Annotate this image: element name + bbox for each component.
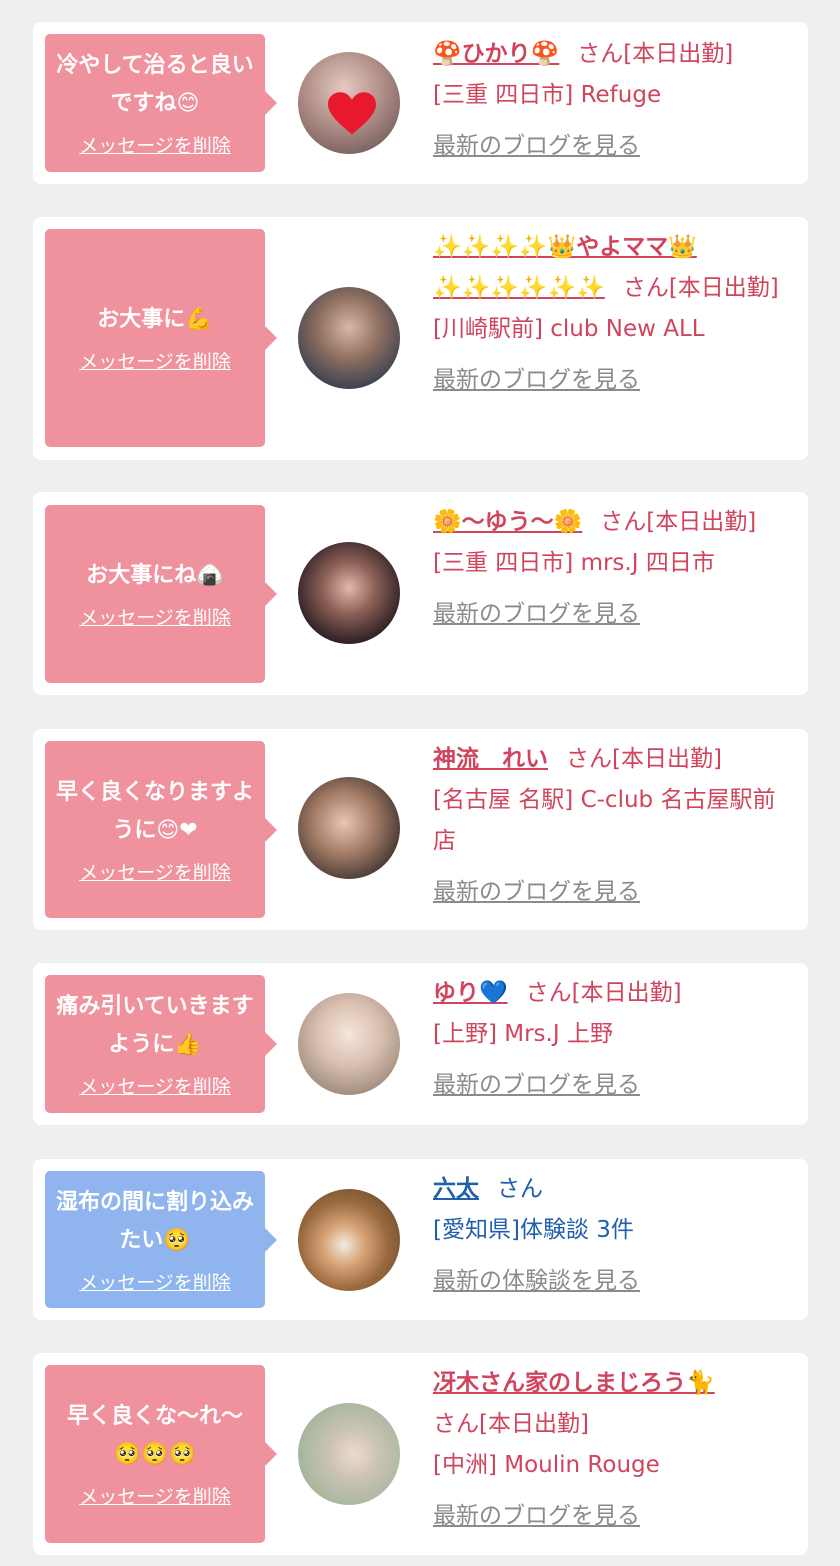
sender-name-link[interactable]: 🌼〜ゆう〜🌼 xyxy=(433,509,582,535)
latest-review-link[interactable]: 最新の体験談を見る xyxy=(433,1261,640,1302)
message-bubble: 早く良くなりますように😊❤ メッセージを削除 xyxy=(45,741,277,918)
sender-name-link[interactable]: 神流 れい xyxy=(433,746,548,772)
latest-blog-link[interactable]: 最新のブログを見る xyxy=(433,126,640,167)
sender-status: さん[本日出勤] xyxy=(622,275,779,301)
message-text: 早く良くな〜れ〜🥺🥺🥺 xyxy=(66,1404,243,1467)
message-card: お大事にね🍙 メッセージを削除 🌼〜ゆう〜🌼 さん[本日出勤] [三重 四日市] … xyxy=(33,492,808,695)
delete-message-link[interactable]: メッセージを削除 xyxy=(79,1074,231,1100)
sender-name-link[interactable]: 🍄ひかり🍄 xyxy=(433,41,559,67)
avatar[interactable] xyxy=(298,993,400,1095)
latest-blog-link[interactable]: 最新のブログを見る xyxy=(433,1496,640,1537)
message-card: 早く良くな〜れ〜🥺🥺🥺 メッセージを削除 冴木さん家のしまじろう🐈 さん[本日出… xyxy=(33,1353,808,1555)
message-text: 湿布の間に割り込みたい🥺 xyxy=(55,1189,254,1253)
sender-info: 🌼〜ゆう〜🌼 さん[本日出勤] [三重 四日市] mrs.J 四日市 最新のブログ… xyxy=(433,502,788,635)
sender-status: さん[本日出勤] xyxy=(566,746,722,772)
delete-message-link[interactable]: メッセージを削除 xyxy=(79,605,231,631)
latest-blog-link[interactable]: 最新のブログを見る xyxy=(433,872,640,913)
delete-message-link[interactable]: メッセージを削除 xyxy=(79,349,231,375)
avatar[interactable] xyxy=(298,52,400,154)
sender-status: さん xyxy=(497,1176,543,1202)
sender-status: さん[本日出勤] xyxy=(433,1411,589,1437)
message-card: 早く良くなりますように😊❤ メッセージを削除 神流 れい さん[本日出勤] [名古… xyxy=(33,729,808,930)
delete-message-link[interactable]: メッセージを削除 xyxy=(79,1270,231,1296)
message-bubble: 冷やして治ると良いですね😊 メッセージを削除 xyxy=(45,34,277,172)
shop-name: [川崎駅前] club New ALL xyxy=(433,316,705,342)
sender-name-link[interactable]: 六太 xyxy=(433,1176,479,1202)
sender-status: さん[本日出勤] xyxy=(577,41,734,67)
avatar[interactable] xyxy=(298,542,400,644)
shop-name: [名古屋 名駅] C-club 名古屋駅前店 xyxy=(433,787,776,854)
message-card: 痛み引いていきますように👍 メッセージを削除 ゆり💙 さん[本日出勤] [上野] … xyxy=(33,963,808,1125)
sender-info: 六太 さん [愛知県]体験談 3件 最新の体験談を見る xyxy=(433,1169,788,1302)
message-bubble: 痛み引いていきますように👍 メッセージを削除 xyxy=(45,975,277,1113)
message-card: 湿布の間に割り込みたい🥺 メッセージを削除 六太 さん [愛知県]体験談 3件 最… xyxy=(33,1159,808,1320)
sender-name-link[interactable]: 冴木さん家のしまじろう🐈 xyxy=(433,1370,715,1396)
message-text: 早く良くなりますように😊❤ xyxy=(55,779,254,843)
latest-blog-link[interactable]: 最新のブログを見る xyxy=(433,360,640,401)
sender-info: ✨✨✨✨👑やよママ👑✨✨✨✨✨✨ さん[本日出勤] [川崎駅前] club New… xyxy=(433,227,788,401)
shop-name: [上野] Mrs.J 上野 xyxy=(433,1021,613,1047)
sender-status: さん[本日出勤] xyxy=(600,509,757,535)
message-card: 冷やして治ると良いですね😊 メッセージを削除 🍄ひかり🍄 さん[本日出勤] [三重… xyxy=(33,22,808,184)
sender-info: 🍄ひかり🍄 さん[本日出勤] [三重 四日市] Refuge 最新のブログを見る xyxy=(433,34,788,167)
message-text: 痛み引いていきますように👍 xyxy=(56,994,254,1057)
avatar[interactable] xyxy=(298,1189,400,1291)
message-bubble: お大事に💪 メッセージを削除 xyxy=(45,229,277,447)
avatar[interactable] xyxy=(298,287,400,389)
delete-message-link[interactable]: メッセージを削除 xyxy=(79,133,231,159)
heart-sticker-icon xyxy=(328,92,376,135)
message-bubble: 湿布の間に割り込みたい🥺 メッセージを削除 xyxy=(45,1171,277,1308)
delete-message-link[interactable]: メッセージを削除 xyxy=(79,1484,231,1510)
message-bubble: 早く良くな〜れ〜🥺🥺🥺 メッセージを削除 xyxy=(45,1365,277,1543)
latest-blog-link[interactable]: 最新のブログを見る xyxy=(433,594,640,635)
message-bubble: お大事にね🍙 メッセージを削除 xyxy=(45,505,277,683)
shop-name: [三重 四日市] mrs.J 四日市 xyxy=(433,550,715,576)
sender-info: 神流 れい さん[本日出勤] [名古屋 名駅] C-club 名古屋駅前店 最新の… xyxy=(433,739,788,913)
message-card: お大事に💪 メッセージを削除 ✨✨✨✨👑やよママ👑✨✨✨✨✨✨ さん[本日出勤] … xyxy=(33,217,808,460)
message-text: お大事に💪 xyxy=(97,307,213,332)
delete-message-link[interactable]: メッセージを削除 xyxy=(79,860,231,886)
review-count: [愛知県]体験談 3件 xyxy=(433,1217,634,1243)
message-text: 冷やして治ると良いですね😊 xyxy=(56,53,254,116)
avatar[interactable] xyxy=(298,1403,400,1505)
sender-name-link[interactable]: ゆり💙 xyxy=(433,980,508,1006)
message-list: 冷やして治ると良いですね😊 メッセージを削除 🍄ひかり🍄 さん[本日出勤] [三重… xyxy=(0,0,840,1566)
latest-blog-link[interactable]: 最新のブログを見る xyxy=(433,1065,640,1106)
shop-name: [中洲] Moulin Rouge xyxy=(433,1452,660,1478)
sender-info: 冴木さん家のしまじろう🐈 さん[本日出勤] [中洲] Moulin Rouge … xyxy=(433,1363,788,1537)
sender-info: ゆり💙 さん[本日出勤] [上野] Mrs.J 上野 最新のブログを見る xyxy=(433,973,788,1106)
sender-status: さん[本日出勤] xyxy=(525,980,682,1006)
shop-name: [三重 四日市] Refuge xyxy=(433,82,662,108)
message-text: お大事にね🍙 xyxy=(86,563,224,588)
avatar[interactable] xyxy=(298,777,400,879)
